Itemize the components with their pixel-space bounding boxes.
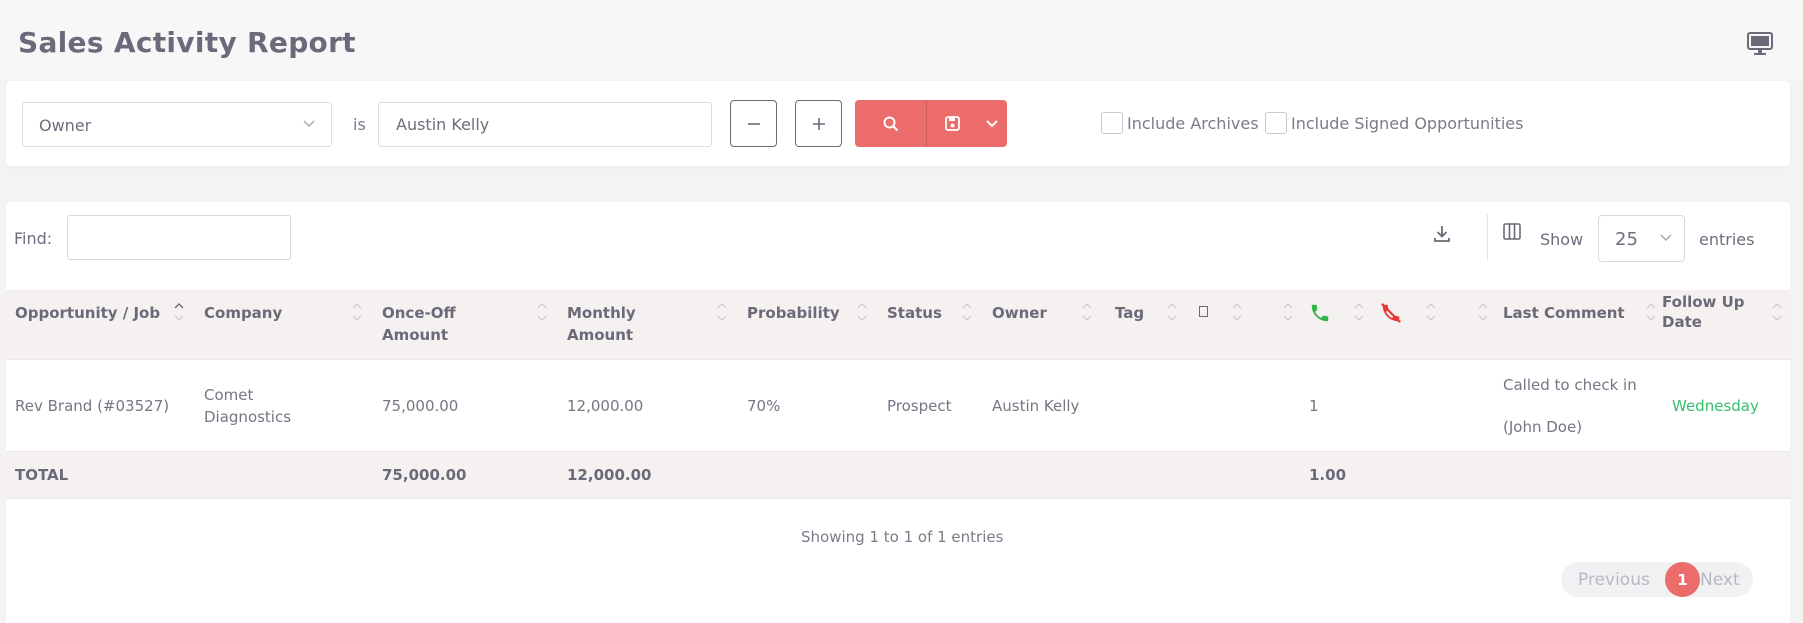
header-last-comment[interactable]: Last Comment <box>1503 302 1625 324</box>
total-label: TOTAL <box>15 466 69 484</box>
previous-page-button[interactable]: Previous <box>1578 570 1650 590</box>
sort-icon[interactable] <box>1354 301 1364 323</box>
next-page-button[interactable]: Next <box>1700 570 1740 590</box>
cell-once-off: 75,000.00 <box>382 397 459 415</box>
header-company[interactable]: Company <box>204 302 282 324</box>
missed-call-icon <box>1381 303 1401 323</box>
header-follow-up-line1[interactable]: Follow Up <box>1662 291 1745 313</box>
phone-call-icon <box>1311 304 1329 322</box>
header-once-off-line1[interactable]: Once-Off <box>382 302 456 324</box>
filter-field-value: Owner <box>39 116 92 135</box>
pagination: Previous 1 Next <box>1561 562 1753 597</box>
sort-icon[interactable] <box>1772 301 1782 323</box>
add-filter-button[interactable] <box>795 100 842 147</box>
find-input[interactable] <box>67 215 291 260</box>
monitor-icon[interactable] <box>1747 32 1773 56</box>
save-icon <box>944 116 960 131</box>
search-icon <box>883 116 898 131</box>
header-probability[interactable]: Probability <box>747 302 840 324</box>
table-row[interactable]: Rev Brand (#03527) Comet Diagnostics 75,… <box>6 360 1790 452</box>
filter-field-select[interactable]: Owner <box>22 102 332 147</box>
cell-monthly: 12,000.00 <box>567 397 644 415</box>
filter-value-input[interactable] <box>378 102 712 147</box>
save-filter-button[interactable] <box>927 100 977 147</box>
cell-comment-line1: Called to check in <box>1503 376 1637 394</box>
download-icon[interactable] <box>1432 224 1452 244</box>
sort-icon[interactable] <box>1232 301 1242 323</box>
sort-icon[interactable] <box>537 301 547 323</box>
cell-company-line2: Diagnostics <box>204 408 292 426</box>
total-row: TOTAL 75,000.00 12,000.00 1.00 <box>6 452 1790 499</box>
filter-panel: Owner is Include Archives Include Signed… <box>6 81 1790 166</box>
header-owner[interactable]: Owner <box>992 302 1047 324</box>
columns-icon[interactable] <box>1502 222 1522 242</box>
table-header: Opportunity / Job Company Once-Off Amoun… <box>6 290 1790 360</box>
sort-asc-icon[interactable] <box>174 301 184 323</box>
cell-probability: 70% <box>747 397 781 415</box>
cell-calls: 1 <box>1309 397 1319 415</box>
report-table-card: Find: Show 25 entries Opportunity / Job … <box>6 202 1790 623</box>
header-status[interactable]: Status <box>887 302 942 324</box>
cell-opportunity[interactable]: Rev Brand (#03527) <box>15 395 169 417</box>
include-signed-label: Include Signed Opportunities <box>1291 113 1524 133</box>
sort-icon[interactable] <box>1082 301 1092 323</box>
entries-label: entries <box>1699 230 1755 249</box>
chevron-down-icon <box>303 120 315 128</box>
cell-company-line1: Comet <box>204 386 254 404</box>
remove-filter-button[interactable] <box>730 100 777 147</box>
header-once-off-line2[interactable]: Amount <box>382 324 448 346</box>
sort-icon[interactable] <box>1283 301 1293 323</box>
chevron-down-icon <box>1660 234 1672 242</box>
page-length-value: 25 <box>1615 229 1638 250</box>
minus-icon <box>747 122 760 125</box>
header-opportunity[interactable]: Opportunity / Job <box>15 302 160 324</box>
sort-icon[interactable] <box>717 301 727 323</box>
page-1-button[interactable]: 1 <box>1665 562 1700 597</box>
top-bar: Sales Activity Report <box>0 0 1803 80</box>
sort-icon[interactable] <box>857 301 867 323</box>
cell-owner: Austin Kelly <box>992 397 1080 415</box>
cell-comment-line2: (John Doe) <box>1503 418 1583 436</box>
toolbar-divider <box>1487 214 1488 260</box>
save-options-dropdown[interactable] <box>977 100 1007 147</box>
chevron-down-icon <box>986 119 998 127</box>
search-button[interactable] <box>855 100 927 147</box>
find-label: Find: <box>14 229 53 248</box>
page-length-select[interactable]: 25 <box>1598 215 1685 262</box>
total-monthly: 12,000.00 <box>567 466 652 484</box>
total-calls: 1.00 <box>1309 466 1347 484</box>
note-icon <box>1199 306 1208 317</box>
page-title: Sales Activity Report <box>18 26 356 59</box>
cell-status: Prospect <box>887 397 952 415</box>
header-tag[interactable]: Tag <box>1115 302 1144 324</box>
sort-icon[interactable] <box>1478 301 1488 323</box>
plus-icon <box>812 117 825 130</box>
show-label: Show <box>1540 230 1584 249</box>
total-once-off: 75,000.00 <box>382 466 467 484</box>
filter-operator-label: is <box>353 115 366 134</box>
include-archives-label: Include Archives <box>1127 113 1259 133</box>
header-monthly-line2[interactable]: Amount <box>567 324 633 346</box>
sort-icon[interactable] <box>962 301 972 323</box>
sort-icon[interactable] <box>1646 301 1656 323</box>
include-archives-checkbox[interactable] <box>1101 112 1123 134</box>
cell-follow-up: Wednesday <box>1672 397 1759 415</box>
header-monthly-line1[interactable]: Monthly <box>567 302 636 324</box>
sort-icon[interactable] <box>1426 301 1436 323</box>
sort-icon[interactable] <box>352 301 362 323</box>
sort-icon[interactable] <box>1167 301 1177 323</box>
table-info: Showing 1 to 1 of 1 entries <box>801 528 1004 546</box>
search-button-group <box>855 100 1007 147</box>
include-signed-option[interactable]: Include Signed Opportunities <box>1265 112 1523 134</box>
include-archives-option[interactable]: Include Archives <box>1101 112 1259 134</box>
header-follow-up-line2[interactable]: Date <box>1662 311 1702 333</box>
include-signed-checkbox[interactable] <box>1265 112 1287 134</box>
